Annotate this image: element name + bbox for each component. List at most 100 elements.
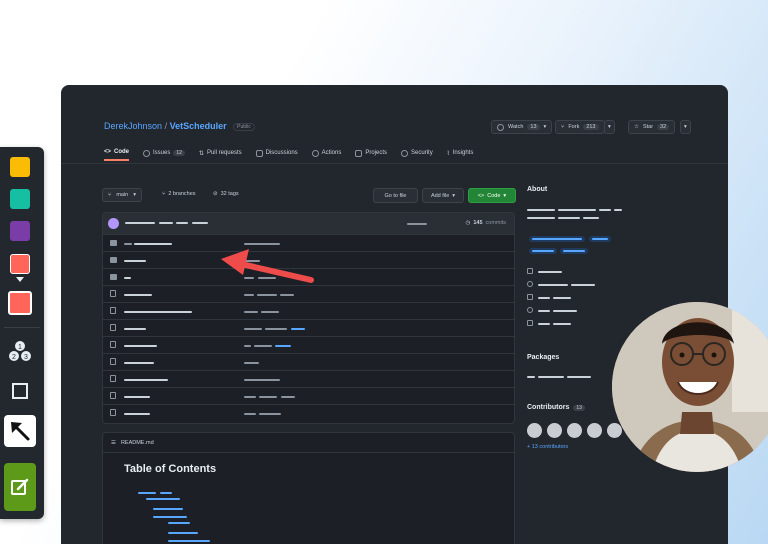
watch-button[interactable]: Watch 13 ▾ <box>491 120 553 134</box>
description-placeholder <box>527 217 555 219</box>
sidebar-link-placeholder[interactable] <box>538 271 562 273</box>
repo-title: DerekJohnson / VetScheduler Public <box>104 121 255 131</box>
more-contributors-link[interactable]: + 13 contributors <box>527 444 568 450</box>
presenter-video <box>612 302 768 472</box>
sidebar-link-placeholder[interactable] <box>571 284 595 286</box>
tab-actions[interactable]: Actions <box>311 145 341 161</box>
tab-issues[interactable]: Issues 12 <box>143 145 185 161</box>
avatar[interactable] <box>547 423 562 438</box>
color-swatch-teal[interactable] <box>10 189 30 209</box>
table-row[interactable] <box>103 320 514 337</box>
file-name-placeholder <box>124 260 146 262</box>
annotation-arrow[interactable] <box>215 245 320 290</box>
tags-label: 32 tags <box>220 191 239 197</box>
file-list: ◷ 145 commits <box>102 212 515 424</box>
list-icon[interactable]: ☰ <box>111 440 116 446</box>
table-row[interactable] <box>103 354 514 371</box>
toc-link-placeholder[interactable] <box>160 492 172 494</box>
packages-placeholder <box>567 376 591 378</box>
commit-message-placeholder <box>244 396 256 398</box>
tab-projects[interactable]: Projects <box>355 145 387 161</box>
arrow-tool[interactable] <box>4 415 36 447</box>
chevron-down-icon: ▾ <box>503 192 507 199</box>
repo-owner-link[interactable]: DerekJohnson <box>104 121 162 131</box>
tab-discussions[interactable]: Discussions <box>255 145 298 161</box>
history-icon: ◷ <box>465 220 471 226</box>
commits-link[interactable]: ◷ 145 commits <box>466 220 506 226</box>
go-to-file-button[interactable]: Go to file <box>373 188 418 203</box>
chevron-down-icon: ▾ <box>684 124 687 130</box>
code-label: Code <box>487 192 501 199</box>
fork-dropdown-button[interactable]: ▾ <box>604 120 615 134</box>
table-row[interactable] <box>103 337 514 354</box>
description-placeholder <box>583 217 599 219</box>
file-name-placeholder <box>124 243 132 245</box>
topic-tag[interactable] <box>529 248 557 254</box>
table-row[interactable] <box>103 371 514 388</box>
code-button[interactable]: <> Code ▾ <box>468 188 516 203</box>
fork-button[interactable]: ⑂ Fork 213 <box>555 120 605 134</box>
go-to-file-label: Go to file <box>384 192 407 199</box>
table-row[interactable] <box>103 388 514 405</box>
branch-selector[interactable]: ⑂ main ▾ <box>102 188 142 202</box>
folder-icon <box>110 257 117 263</box>
table-row[interactable] <box>103 405 514 422</box>
current-color-swatch[interactable] <box>8 291 32 315</box>
topic-tag[interactable] <box>560 248 588 254</box>
avatar[interactable] <box>607 423 622 438</box>
sidebar-link-placeholder[interactable] <box>538 284 568 286</box>
commit-message-placeholder <box>244 413 256 415</box>
topic-tag[interactable] <box>529 236 585 242</box>
sidebar-link-placeholder[interactable] <box>538 297 550 299</box>
sidebar-link-placeholder[interactable] <box>553 323 571 325</box>
sidebar-link-placeholder[interactable] <box>553 297 571 299</box>
numbered-steps-tool[interactable]: 1 2 3 <box>4 335 36 367</box>
avatar <box>108 218 119 229</box>
star-dropdown-button[interactable]: ▾ <box>680 120 691 134</box>
draw-tool-button[interactable] <box>4 463 36 511</box>
table-row[interactable] <box>103 303 514 320</box>
toc-link-placeholder[interactable] <box>168 522 190 524</box>
webcam-bubble[interactable] <box>612 302 768 472</box>
contributors-label: Contributors <box>527 404 570 411</box>
add-file-label: Add file <box>430 192 450 199</box>
toc-link-placeholder[interactable] <box>168 540 210 542</box>
commit-message-placeholder <box>244 362 259 364</box>
discussion-icon <box>255 149 263 157</box>
sidebar-link-placeholder[interactable] <box>538 310 550 312</box>
tab-code[interactable]: <> Code <box>104 145 130 161</box>
about-heading: About <box>527 186 548 193</box>
tab-pull-requests[interactable]: ⇅ Pull requests <box>199 145 242 161</box>
sidebar-link-placeholder[interactable] <box>553 310 577 312</box>
tab-security[interactable]: Security <box>401 145 433 161</box>
tag-icon: ⊘ <box>213 191 218 197</box>
rectangle-tool[interactable] <box>4 375 36 407</box>
readme-header: ☰ README.md <box>103 433 514 453</box>
shield-icon <box>401 149 409 157</box>
toc-link-placeholder[interactable] <box>146 498 180 500</box>
avatar[interactable] <box>587 423 602 438</box>
pulse-icon <box>527 281 533 287</box>
color-swatch-purple[interactable] <box>10 221 30 241</box>
repo-name-link[interactable]: VetScheduler <box>170 121 227 131</box>
sidebar-link-placeholder[interactable] <box>538 323 550 325</box>
avatar[interactable] <box>567 423 582 438</box>
repo-separator: / <box>164 121 168 131</box>
description-placeholder <box>527 209 555 211</box>
toc-link-placeholder[interactable] <box>168 532 198 534</box>
toc-link-placeholder[interactable] <box>138 492 156 494</box>
toc-link-placeholder[interactable] <box>153 516 187 518</box>
add-file-button[interactable]: Add file ▾ <box>422 188 464 203</box>
branches-link[interactable]: ⑂ 2 branches <box>162 191 196 197</box>
color-swatch-yellow[interactable] <box>10 157 30 177</box>
description-placeholder <box>558 217 580 219</box>
topic-tag[interactable] <box>589 236 611 242</box>
color-swatch-red[interactable] <box>10 254 30 274</box>
toc-link-placeholder[interactable] <box>153 508 183 510</box>
tags-link[interactable]: ⊘ 32 tags <box>213 191 239 197</box>
numbered-steps-icon: 1 2 3 <box>9 341 31 361</box>
avatar[interactable] <box>527 423 542 438</box>
file-icon <box>110 307 116 314</box>
star-button[interactable]: ☆ Star 32 <box>628 120 676 134</box>
tab-insights[interactable]: ⌇ Insights <box>447 145 474 161</box>
